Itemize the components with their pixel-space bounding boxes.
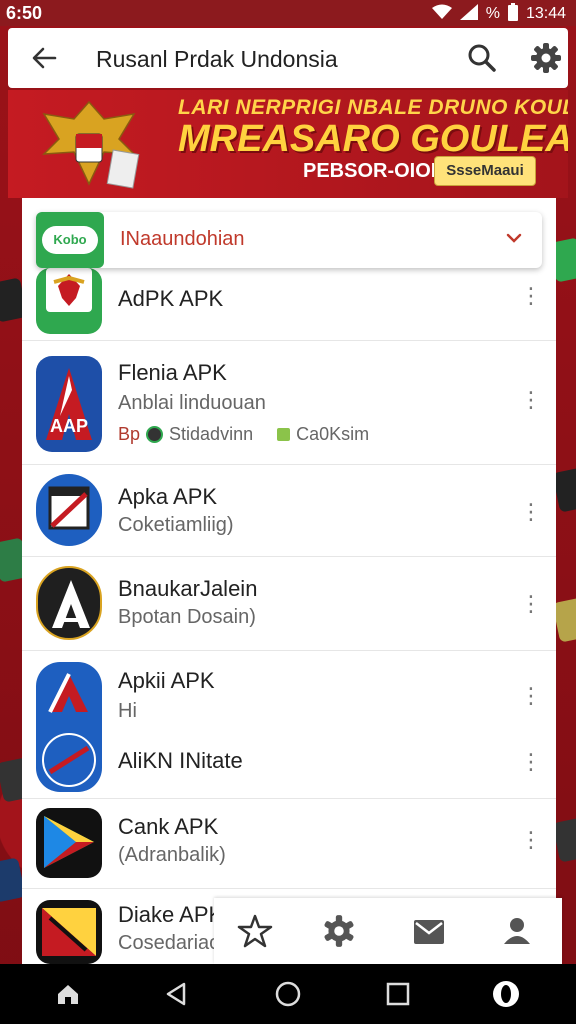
app-name: Flenia APK (118, 360, 227, 385)
nav-home-button[interactable] (272, 978, 304, 1010)
app-bar: Rusanl Prdak Undonsia (8, 28, 568, 88)
app-icon (36, 900, 102, 964)
opera-icon (493, 981, 519, 1007)
profile-tab[interactable] (498, 912, 536, 950)
status-icons: % 13:44 (431, 3, 566, 24)
app-icon: AAP (36, 356, 102, 452)
app-icon (36, 268, 102, 334)
app-icon-label: AAP (50, 416, 88, 436)
banner-promo-code: PEBSOR-OIOIO (303, 160, 452, 182)
app-icon (36, 566, 102, 640)
category-label: INaaundohian (120, 228, 245, 250)
app-name: Apka APK (118, 484, 218, 509)
app-name: AdPK APK (118, 286, 224, 311)
more-vert-icon[interactable]: ⋮ (520, 829, 542, 851)
app-meta-one: Stidadvinn (169, 424, 254, 444)
chevron-down-icon (506, 233, 522, 243)
wifi-icon (431, 4, 452, 23)
settings-button[interactable] (528, 40, 564, 76)
gear-icon (531, 43, 561, 73)
battery-percent: % (485, 4, 500, 22)
home-shortcut-button[interactable] (52, 978, 84, 1010)
app-name: AliKN INitate (118, 748, 243, 773)
star-outline-icon (237, 914, 273, 948)
app-icon (36, 662, 102, 792)
banner-title: MREASARO GOULEA? (178, 118, 568, 160)
list-item[interactable]: AAP Flenia APK Anblai linduouan Bp Stida… (22, 340, 556, 465)
more-vert-icon[interactable]: ⋮ (520, 501, 542, 523)
search-icon (468, 44, 496, 72)
more-vert-icon[interactable]: ⋮ (520, 593, 542, 615)
app-subtitle: Anblai linduouan (118, 392, 266, 414)
banner-cta-button[interactable]: SsseMaaui (434, 156, 536, 186)
list-item[interactable]: Cank APK (Adranbalik) ⋮ (22, 798, 556, 889)
battery-icon (507, 3, 518, 24)
more-vert-icon[interactable]: ⋮ (520, 751, 542, 773)
app-name: Apkii APK (118, 668, 215, 693)
category-logo: Kobo (36, 212, 104, 268)
nav-back-button[interactable] (160, 978, 192, 1010)
app-subtitle: Bpotan Dosain) (118, 606, 256, 628)
signal-icon (459, 4, 478, 23)
page-title: Rusanl Prdak Undonsia (96, 46, 338, 72)
nav-back-icon (166, 982, 186, 1006)
radio-dot-icon (146, 426, 164, 443)
search-button[interactable] (464, 40, 500, 76)
category-logo-text: Kobo (42, 226, 98, 254)
status-clock: 13:44 (525, 4, 566, 22)
app-name: BnaukarJalein (118, 576, 258, 601)
app-subtitle: Hi (118, 700, 137, 722)
more-vert-icon[interactable]: ⋮ (520, 389, 542, 411)
settings-tab[interactable] (320, 912, 358, 950)
app-list-panel: AdPK APK ⋮ AAP Flenia APK Anblai linduou… (22, 198, 556, 964)
settings-icon (324, 915, 354, 947)
opera-button[interactable] (490, 978, 522, 1010)
app-name: Cank APK (118, 814, 219, 839)
status-time: 6:50 (6, 3, 43, 23)
list-item[interactable]: Apka APK Coketiamliig) ⋮ (22, 464, 556, 557)
nav-recents-button[interactable] (382, 978, 414, 1010)
app-icon (36, 474, 102, 546)
app-subtitle: Coketiamliig) (118, 514, 234, 536)
nav-home-icon (275, 981, 301, 1007)
more-vert-icon[interactable]: ⋮ (520, 285, 542, 307)
promo-banner[interactable]: LARI NERPRIGI NBALE DRUNO KOUDON MREASAR… (8, 90, 568, 198)
back-button[interactable] (24, 38, 64, 78)
app-icon (36, 808, 102, 878)
list-item[interactable]: Apkii APK Hi AliKN INitate ⋮ ⋮ (22, 650, 556, 799)
square-badge-icon (277, 428, 291, 441)
list-item[interactable]: AdPK APK ⋮ (22, 260, 556, 341)
home-icon (58, 985, 78, 1004)
back-arrow-icon (32, 47, 57, 69)
mail-icon (414, 920, 444, 944)
person-icon (504, 918, 530, 944)
app-name: Diake APK (118, 902, 224, 927)
more-vert-icon[interactable]: ⋮ (520, 685, 542, 707)
app-subtitle: (Adranbalik) (118, 844, 226, 866)
list-item[interactable]: BnaukarJalein Bpotan Dosain) ⋮ (22, 556, 556, 651)
status-bar: 6:50 % 13:44 (0, 0, 576, 26)
category-dropdown[interactable]: Kobo INaaundohian (36, 212, 542, 268)
nav-recents-icon (386, 982, 410, 1006)
app-meta-two: Ca0Ksim (296, 424, 370, 444)
messages-tab[interactable] (410, 912, 448, 950)
app-meta: Bp Stidadvinn Ca0Ksim (118, 424, 369, 445)
bottom-navigation (214, 898, 562, 964)
favorites-tab[interactable] (236, 912, 274, 950)
banner-headline: LARI NERPRIGI NBALE DRUNO KOUDON (178, 96, 568, 119)
app-meta-prefix: Bp (118, 424, 141, 444)
system-navigation-bar (0, 964, 576, 1024)
garuda-emblem-icon (42, 100, 140, 189)
